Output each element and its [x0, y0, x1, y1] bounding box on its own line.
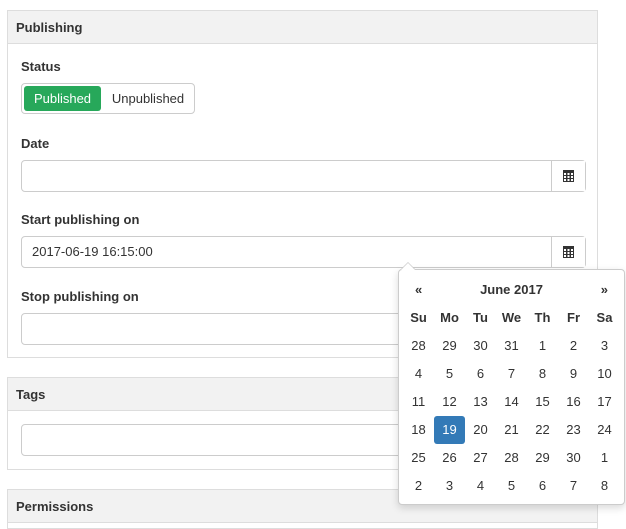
status-published-button[interactable]: Published	[24, 86, 101, 111]
datepicker-caret-inner	[401, 263, 415, 270]
status-unpublished-button[interactable]: Unpublished	[104, 86, 192, 111]
day-cell[interactable]: 4	[403, 360, 434, 388]
weekday-header: Su	[410, 310, 427, 325]
day-cell[interactable]: 21	[496, 416, 527, 444]
day-cell[interactable]: 23	[558, 416, 589, 444]
day-cell[interactable]: 30	[465, 332, 496, 360]
day-cell[interactable]: 2	[403, 472, 434, 500]
datepicker-week-row: 4 5 6 7 8 9 10	[403, 360, 620, 388]
datepicker: « June 2017 » Su Mo Tu We Th Fr Sa 28 29 30 31 1 2 3…	[398, 269, 625, 505]
day-cell[interactable]: 13	[465, 388, 496, 416]
start-publishing-input[interactable]: 2017-06-19 16:15:00	[22, 237, 551, 267]
stop-publishing-label: Stop publishing on	[21, 289, 139, 304]
day-cell[interactable]: 12	[434, 388, 465, 416]
day-cell[interactable]: 29	[527, 444, 558, 472]
day-cell[interactable]: 1	[527, 332, 558, 360]
weekday-header: Tu	[473, 310, 488, 325]
day-cell[interactable]: 29	[434, 332, 465, 360]
day-cell[interactable]: 18	[403, 416, 434, 444]
status-label: Status	[21, 59, 61, 74]
weekday-header: Fr	[567, 310, 580, 325]
day-cell-selected[interactable]: 19	[434, 416, 465, 444]
datepicker-next-button[interactable]: »	[601, 280, 608, 300]
day-cell[interactable]: 7	[496, 360, 527, 388]
weekday-header: Mo	[440, 310, 459, 325]
weekday-header: Th	[534, 310, 551, 325]
datepicker-month-title[interactable]: June 2017	[399, 280, 624, 300]
date-calendar-button[interactable]	[551, 161, 585, 191]
day-cell[interactable]: 28	[496, 444, 527, 472]
day-cell[interactable]: 28	[403, 332, 434, 360]
day-cell[interactable]: 15	[527, 388, 558, 416]
day-cell[interactable]: 5	[434, 360, 465, 388]
day-cell[interactable]: 24	[589, 416, 620, 444]
day-cell[interactable]: 17	[589, 388, 620, 416]
weekday-header: Sa	[596, 310, 613, 325]
day-cell[interactable]: 31	[496, 332, 527, 360]
date-label: Date	[21, 136, 50, 151]
start-publishing-label: Start publishing on	[21, 212, 140, 227]
date-input[interactable]	[22, 161, 551, 191]
day-cell[interactable]: 14	[496, 388, 527, 416]
day-cell[interactable]: 30	[558, 444, 589, 472]
datepicker-week-row: 25 26 27 28 29 30 1	[403, 444, 620, 472]
day-cell[interactable]: 1	[589, 444, 620, 472]
datepicker-week-row: 28 29 30 31 1 2 3	[403, 332, 620, 360]
day-cell[interactable]: 6	[527, 472, 558, 500]
day-cell[interactable]: 11	[403, 388, 434, 416]
day-cell[interactable]: 5	[496, 472, 527, 500]
day-cell[interactable]: 3	[589, 332, 620, 360]
datepicker-weekday-row: Su Mo Tu We Th Fr Sa	[403, 304, 620, 332]
day-cell[interactable]: 22	[527, 416, 558, 444]
day-cell[interactable]: 25	[403, 444, 434, 472]
day-cell[interactable]: 4	[465, 472, 496, 500]
day-cell[interactable]: 7	[558, 472, 589, 500]
datepicker-week-row: 2345678	[403, 472, 620, 500]
day-cell[interactable]: 16	[558, 388, 589, 416]
start-publishing-input-group: 2017-06-19 16:15:00	[21, 236, 586, 268]
day-cell[interactable]: 6	[465, 360, 496, 388]
day-cell[interactable]: 8	[527, 360, 558, 388]
calendar-icon	[563, 246, 574, 258]
day-cell[interactable]: 26	[434, 444, 465, 472]
day-cell[interactable]: 10	[589, 360, 620, 388]
publishing-heading: Publishing	[8, 11, 597, 44]
datepicker-week-row: 18 19 20 21 22 23 24	[403, 416, 620, 444]
status-toggle: Published Unpublished	[21, 83, 195, 114]
date-input-group	[21, 160, 586, 192]
day-cell[interactable]: 8	[589, 472, 620, 500]
start-calendar-button[interactable]	[551, 237, 585, 267]
day-cell[interactable]: 27	[465, 444, 496, 472]
day-cell[interactable]: 3	[434, 472, 465, 500]
day-cell[interactable]: 20	[465, 416, 496, 444]
calendar-icon	[563, 170, 574, 182]
day-cell[interactable]: 9	[558, 360, 589, 388]
datepicker-week-row: 11 12 13 14 15 16 17	[403, 388, 620, 416]
day-cell[interactable]: 2	[558, 332, 589, 360]
weekday-header: We	[501, 310, 522, 325]
